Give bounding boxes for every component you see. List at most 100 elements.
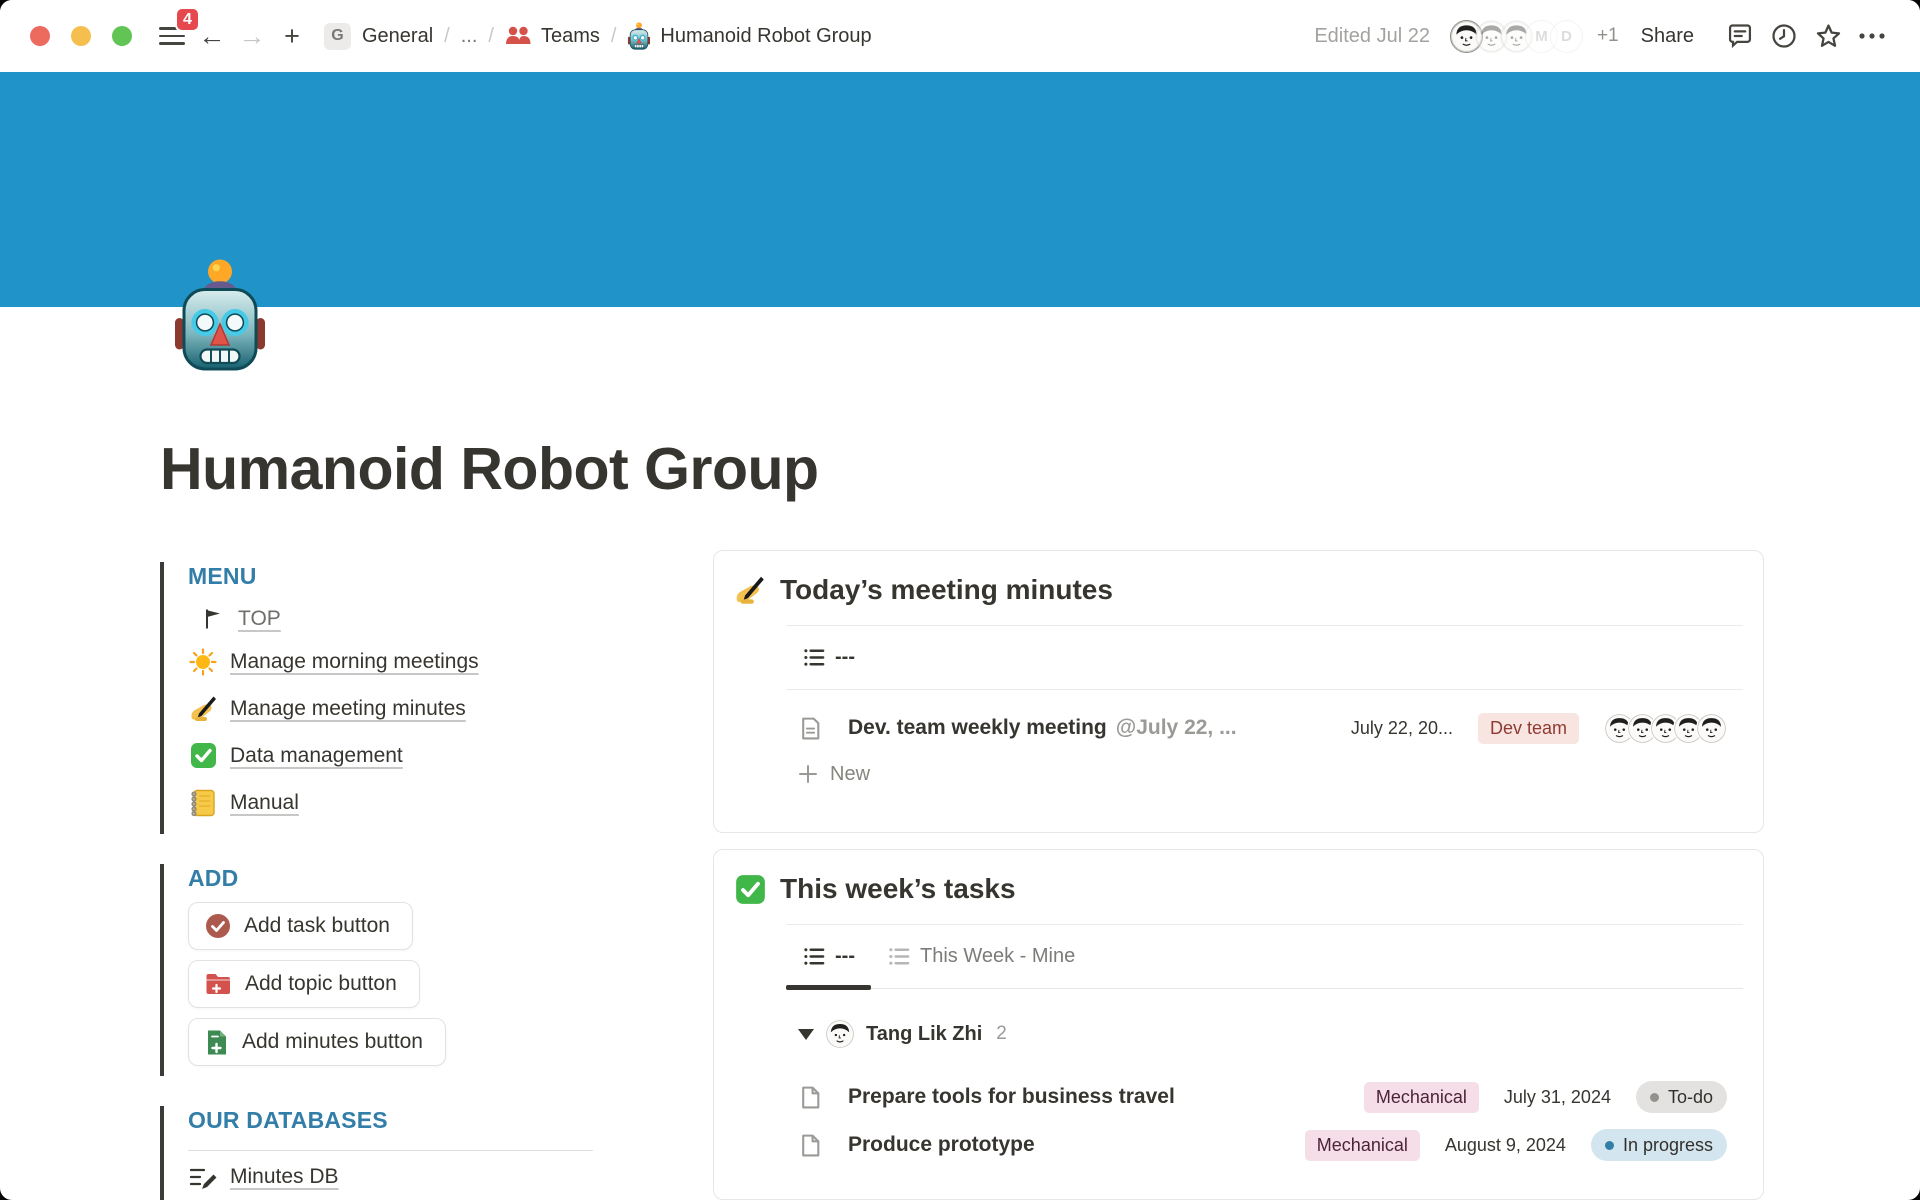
attendee-avatar-icon [1696, 713, 1727, 744]
viewer-avatars: M D [1450, 20, 1583, 53]
task-row[interactable]: Produce prototype Mechanical August 9, 2… [786, 1121, 1743, 1169]
breadcrumb: G General / ... / Teams / Humanoid Robot… [324, 22, 872, 50]
robot-emoji [172, 258, 268, 372]
meeting-date-mention: @July 22, ... [1116, 716, 1237, 740]
list-view-icon [888, 945, 911, 968]
menu-item-meeting-minutes[interactable]: Manage meeting minutes [188, 685, 665, 732]
task-row[interactable]: Prepare tools for business travel Mechan… [786, 1073, 1743, 1121]
avatar[interactable]: D [1550, 20, 1583, 53]
breadcrumb-ellipsis[interactable]: ... [461, 25, 478, 48]
plus-icon: + [284, 23, 300, 50]
new-row-button[interactable]: New [786, 752, 1743, 796]
breadcrumb-item-current-page[interactable]: Humanoid Robot Group [627, 22, 871, 50]
content-column: Today’s meeting minutes --- [713, 550, 1764, 1200]
task-check-icon [205, 913, 231, 939]
category-tag: Mechanical [1305, 1130, 1420, 1161]
card-header[interactable]: This week’s tasks [714, 850, 1763, 924]
status-badge: In progress [1591, 1129, 1727, 1161]
flag-icon [202, 608, 224, 630]
status-badge: To-do [1636, 1081, 1727, 1113]
close-window-button[interactable] [30, 26, 50, 46]
back-button[interactable]: ← [192, 16, 232, 56]
title-bar: 4 ← → + G General / ... / Teams / Humano… [0, 0, 1920, 72]
menu-item-data-management[interactable]: Data management [188, 732, 665, 779]
document-icon [798, 716, 823, 741]
breadcrumb-item-general[interactable]: General [362, 25, 433, 48]
add-minutes-button[interactable]: Add minutes button [188, 1018, 446, 1066]
workspace-icon[interactable]: G [324, 23, 351, 50]
status-dot [1605, 1141, 1614, 1150]
assignee-avatar-icon [826, 1020, 854, 1048]
view-tab-this-week-mine[interactable]: This Week - Mine [871, 925, 1091, 988]
group-count: 2 [996, 1023, 1007, 1045]
section-heading-add: ADD [188, 864, 665, 892]
menu-item-manual[interactable]: Manual [188, 779, 665, 826]
writing-hand-emoji [188, 695, 218, 723]
page-icon-robot[interactable] [172, 258, 268, 372]
view-tab-default[interactable]: --- [786, 925, 871, 988]
page-cover[interactable] [0, 72, 1920, 307]
comments-icon [1726, 22, 1754, 50]
breadcrumb-item-teams[interactable]: Teams [505, 25, 600, 48]
group-header-row[interactable]: Tang Lik Zhi 2 [786, 1013, 1743, 1055]
app-window: 4 ← → + G General / ... / Teams / Humano… [0, 0, 1920, 1200]
menu-column: MENU TOP Manage morning meetings [160, 550, 665, 1200]
more-viewers-count[interactable]: +1 [1597, 25, 1619, 47]
history-clock-icon [1770, 22, 1798, 50]
card-title: Today’s meeting minutes [780, 574, 1113, 606]
page-icon [798, 1133, 823, 1158]
due-date: July 31, 2024 [1504, 1087, 1611, 1108]
view-tab-default[interactable]: --- [786, 626, 871, 689]
card-header[interactable]: Today’s meeting minutes [714, 551, 1763, 625]
menu-item-morning-meetings[interactable]: Manage morning meetings [188, 638, 665, 685]
page-title[interactable]: Humanoid Robot Group [160, 307, 1920, 500]
due-date: August 9, 2024 [1445, 1135, 1566, 1156]
add-task-button[interactable]: Add task button [188, 902, 413, 950]
meeting-title: Dev. team weekly meeting [848, 716, 1107, 740]
history-button[interactable] [1762, 22, 1806, 50]
team-tag: Dev team [1478, 713, 1579, 744]
task-title: Prepare tools for business travel [848, 1085, 1175, 1109]
plus-icon [798, 764, 818, 784]
section-divider [188, 1150, 593, 1151]
menu-section: MENU TOP Manage morning meetings [160, 562, 665, 834]
window-controls [30, 26, 132, 46]
sidebar-toggle-button[interactable]: 4 [152, 16, 192, 56]
last-edited-label[interactable]: Edited Jul 22 [1314, 25, 1430, 48]
forward-button[interactable]: → [232, 16, 272, 56]
group-name: Tang Lik Zhi [866, 1023, 982, 1046]
menu-item-top[interactable]: TOP [188, 600, 665, 638]
new-page-button[interactable]: + [272, 16, 312, 56]
breadcrumb-separator: / [611, 25, 617, 48]
category-tag: Mechanical [1364, 1082, 1479, 1113]
meeting-minutes-card: Today’s meeting minutes --- [713, 550, 1764, 833]
list-view-icon [803, 646, 826, 669]
page-icon [798, 1085, 823, 1110]
weekly-tasks-card: This week’s tasks --- This Week - Mine [713, 849, 1764, 1200]
databases-section: OUR DATABASES Minutes DB [160, 1106, 665, 1200]
add-topic-button[interactable]: Add topic button [188, 960, 420, 1008]
forward-arrow-icon: → [239, 23, 266, 50]
robot-icon [627, 22, 651, 50]
status-dot [1650, 1093, 1659, 1102]
meeting-row[interactable]: Dev. team weekly meeting @July 22, ... J… [786, 704, 1743, 752]
minimize-window-button[interactable] [71, 26, 91, 46]
section-heading-menu: MENU [188, 562, 665, 590]
writing-hand-emoji [732, 573, 768, 607]
check-mark-emoji [732, 872, 768, 906]
database-edit-icon [188, 1164, 218, 1190]
favorite-button[interactable] [1806, 22, 1850, 51]
comments-button[interactable] [1718, 22, 1762, 50]
list-view-icon [803, 945, 826, 968]
more-options-button[interactable] [1850, 22, 1894, 50]
menu-item-minutes-db[interactable]: Minutes DB [188, 1153, 665, 1200]
card-title: This week’s tasks [780, 873, 1016, 905]
add-section: ADD Add task button Add topic button [160, 864, 665, 1076]
zoom-window-button[interactable] [112, 26, 132, 46]
check-mark-emoji [188, 742, 218, 769]
people-icon [505, 25, 532, 47]
share-button[interactable]: Share [1641, 25, 1694, 48]
sun-emoji [188, 648, 218, 676]
task-title: Produce prototype [848, 1133, 1035, 1157]
collapse-triangle-icon[interactable] [798, 1029, 814, 1040]
